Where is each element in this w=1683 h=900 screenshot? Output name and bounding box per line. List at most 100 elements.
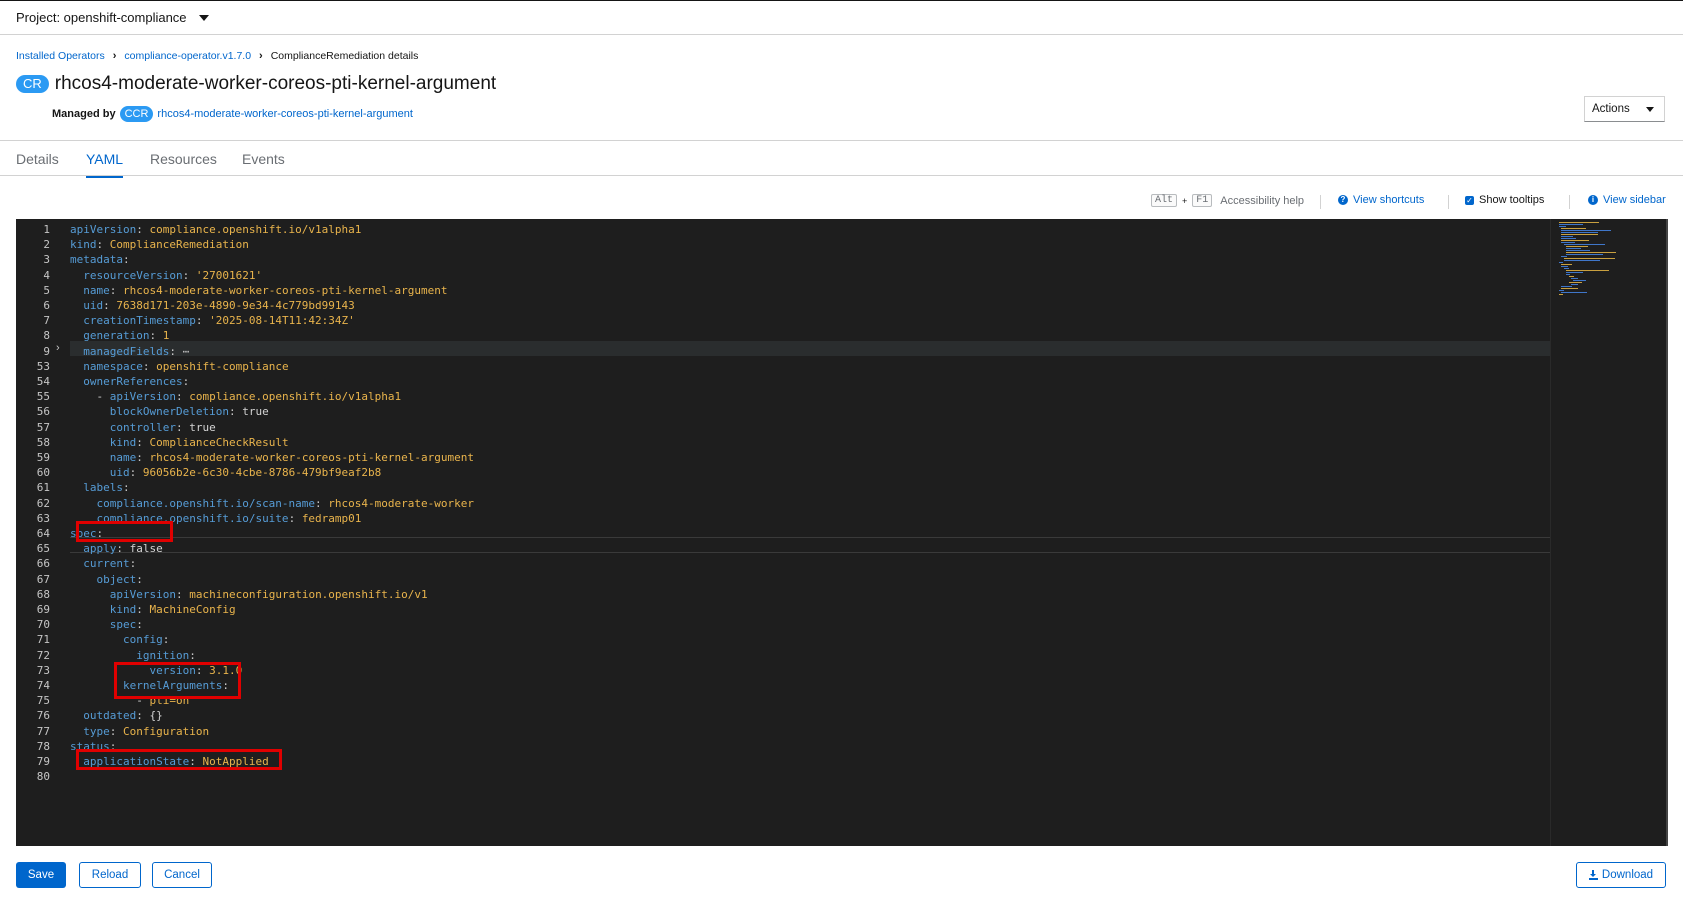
line-number: 61 bbox=[36, 481, 50, 495]
minimap-line bbox=[1566, 270, 1610, 271]
plus-sign: + bbox=[1182, 195, 1188, 206]
yaml-key: config bbox=[122, 633, 163, 647]
minimap-line bbox=[1561, 242, 1575, 243]
line-number: 56 bbox=[36, 405, 50, 419]
page-heading: CR rhcos4-moderate-worker-coreos-pti-ker… bbox=[16, 73, 496, 95]
line-number: 1 bbox=[43, 223, 50, 236]
yaml-key: creationTimestamp bbox=[83, 314, 196, 328]
yaml-value: false bbox=[129, 542, 163, 556]
minimap-line bbox=[1559, 222, 1599, 223]
line-number: 5 bbox=[43, 283, 50, 297]
divider bbox=[1569, 195, 1570, 209]
fold-chevron-icon[interactable]: › bbox=[56, 341, 60, 356]
yaml-value: fedramp01 bbox=[301, 511, 362, 525]
code-line: apply: false bbox=[83, 542, 163, 556]
code-line: current: bbox=[83, 557, 137, 571]
question-circle-icon: ? bbox=[1338, 195, 1348, 205]
breadcrumb-compliance-operator[interactable]: compliance-operator.v1.7.0 bbox=[124, 50, 251, 62]
tab-resources[interactable]: Resources bbox=[150, 151, 217, 167]
yaml-key: kind bbox=[70, 238, 97, 252]
line-number: 76 bbox=[36, 709, 50, 723]
actions-dropdown[interactable]: Actions bbox=[1584, 96, 1665, 122]
masthead-bar: Project: openshift-compliance bbox=[0, 0, 1683, 35]
line-number: 70 bbox=[36, 618, 50, 632]
code-line: ownerReferences: bbox=[83, 375, 190, 388]
checkbox-checked-icon[interactable]: ✓ bbox=[1465, 195, 1474, 205]
breadcrumb-installed-operators[interactable]: Installed Operators bbox=[16, 50, 105, 62]
view-shortcuts-label: View shortcuts bbox=[1353, 194, 1425, 206]
line-number: 62 bbox=[36, 496, 50, 510]
minimap-line bbox=[1571, 278, 1579, 279]
managed-by-link[interactable]: rhcos4-moderate-worker-coreos-pti-kernel… bbox=[157, 108, 413, 120]
code-line: namespace: openshift-compliance bbox=[83, 359, 289, 373]
code-area[interactable]: apiVersion: compliance.openshift.io/v1al… bbox=[70, 219, 1550, 846]
breadcrumb: Installed Operators › compliance-operato… bbox=[16, 50, 418, 62]
yaml-key: type bbox=[83, 724, 110, 738]
line-number: 53 bbox=[36, 359, 50, 373]
yaml-key: ownerReferences bbox=[83, 375, 183, 388]
minimap-line bbox=[1566, 252, 1616, 253]
yaml-key: name bbox=[109, 451, 137, 464]
divider bbox=[1320, 195, 1321, 209]
code-line: - apiVersion: compliance.openshift.io/v1… bbox=[70, 390, 402, 404]
yaml-key: metadata bbox=[70, 253, 123, 267]
yaml-editor[interactable]: 1 2 3 4 5 6 7 8 9 53 54 55 56 57 58 59 60 61 62 63 64 65 66 67 6… bbox=[16, 219, 1668, 846]
yaml-value: compliance.openshift.io/v1alpha1 bbox=[189, 390, 402, 404]
minimap-line bbox=[1568, 276, 1574, 277]
code-line: config: bbox=[122, 633, 170, 647]
tab-details[interactable]: Details bbox=[16, 151, 59, 167]
save-button[interactable]: Save bbox=[16, 862, 66, 888]
minimap[interactable] bbox=[1550, 219, 1668, 846]
code-line: outdated: {} bbox=[83, 709, 163, 723]
accessibility-help[interactable]: Alt + F1 Accessibility help bbox=[1151, 194, 1304, 207]
line-number: 63 bbox=[36, 511, 50, 525]
yaml-key: controller bbox=[109, 420, 176, 434]
yaml-value: true bbox=[242, 405, 269, 419]
line-number: 2 bbox=[43, 238, 50, 252]
show-tooltips-label: Show tooltips bbox=[1479, 194, 1545, 206]
reload-button[interactable]: Reload bbox=[79, 862, 141, 888]
code-line: managedFields: ⋯ bbox=[83, 344, 190, 358]
scrollbar[interactable] bbox=[1666, 219, 1668, 846]
code-line: uid: 7638d171-203e-4890-9e34-4c779bd9914… bbox=[83, 299, 355, 312]
project-selector[interactable]: Project: openshift-compliance bbox=[16, 10, 209, 25]
view-shortcuts-link[interactable]: ? View shortcuts bbox=[1338, 194, 1424, 206]
cancel-button[interactable]: Cancel bbox=[152, 862, 212, 888]
download-label: Download bbox=[1601, 869, 1654, 881]
project-selector-label: Project: openshift-compliance bbox=[16, 10, 187, 25]
yaml-key: labels bbox=[83, 481, 123, 495]
line-number: 71 bbox=[36, 633, 50, 647]
caret-down-icon bbox=[1646, 106, 1654, 112]
minimap-line bbox=[1559, 226, 1567, 227]
line-number: 78 bbox=[36, 739, 50, 753]
page-title: rhcos4-moderate-worker-coreos-pti-kernel… bbox=[54, 73, 497, 94]
download-button[interactable]: Download bbox=[1576, 862, 1666, 888]
tab-events[interactable]: Events bbox=[242, 151, 285, 167]
yaml-value: rhcos4-moderate-worker-coreos-pti-kernel… bbox=[149, 451, 475, 464]
code-line: creationTimestamp: '2025-08-14T11:42:34Z… bbox=[83, 314, 355, 328]
line-number: 80 bbox=[36, 770, 50, 784]
yaml-value: openshift-compliance bbox=[156, 359, 289, 373]
show-tooltips-checkbox[interactable]: ✓ Show tooltips bbox=[1465, 194, 1544, 206]
divider bbox=[1448, 195, 1449, 209]
yaml-value: compliance.openshift.io/v1alpha1 bbox=[149, 223, 362, 236]
yaml-key: current bbox=[83, 557, 130, 571]
view-sidebar-link[interactable]: i View sidebar bbox=[1588, 194, 1666, 206]
minimap-line bbox=[1566, 254, 1604, 255]
managed-by: Managed by CCR rhcos4-moderate-worker-co… bbox=[52, 106, 413, 122]
minimap-line bbox=[1561, 256, 1567, 257]
chevron-right-icon: › bbox=[259, 50, 263, 62]
minimap-line bbox=[1561, 264, 1573, 265]
yaml-value: ComplianceCheckResult bbox=[149, 435, 289, 449]
code-line: name: rhcos4-moderate-worker-coreos-pti-… bbox=[109, 451, 475, 464]
line-number: 77 bbox=[36, 724, 50, 738]
code-line: apiVersion: compliance.openshift.io/v1al… bbox=[70, 223, 362, 236]
yaml-key: apiVersion bbox=[109, 587, 176, 601]
yaml-value: machineconfiguration.openshift.io/v1 bbox=[189, 587, 428, 601]
yaml-key: apiVersion bbox=[109, 390, 176, 404]
line-number: 59 bbox=[36, 451, 50, 464]
caret-down-icon bbox=[198, 14, 209, 21]
tab-yaml[interactable]: YAML bbox=[86, 151, 124, 178]
yaml-key: blockOwnerDeletion bbox=[109, 405, 229, 419]
code-line: type: Configuration bbox=[83, 724, 210, 738]
